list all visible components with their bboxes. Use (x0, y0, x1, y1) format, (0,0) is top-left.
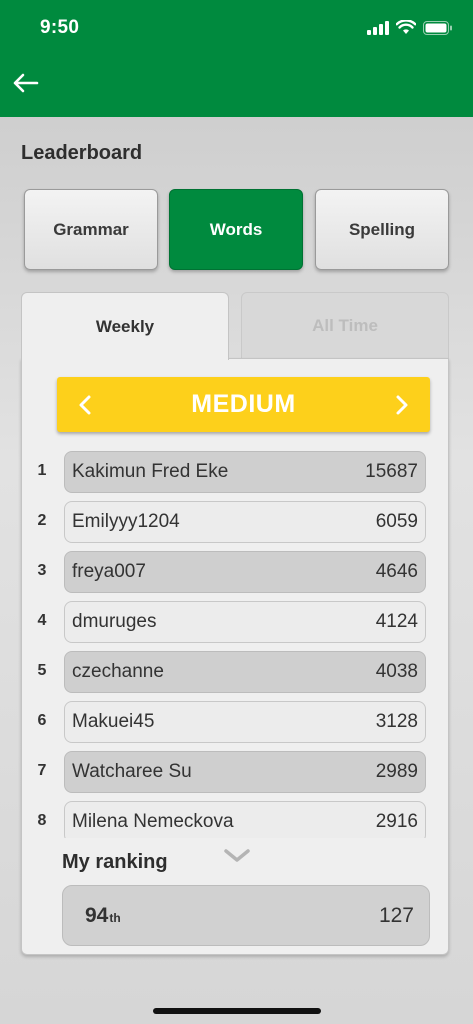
rank-number: 1 (37, 462, 47, 479)
status-icons (367, 20, 453, 35)
page-title: Leaderboard (21, 142, 143, 164)
player-name: Watcharee Su (72, 761, 192, 782)
battery-icon (423, 20, 452, 35)
previous-level-button[interactable] (75, 393, 95, 417)
rank-number: 6 (37, 712, 47, 729)
rank-number: 7 (37, 762, 47, 779)
chevron-left-icon (79, 395, 91, 414)
my-rank-number: 94 (85, 903, 109, 927)
leaderboard-row: 3 freya007 4646 (30, 549, 430, 593)
player-name: Emilyyy1204 (72, 511, 180, 532)
leaderboard-list[interactable]: 1 Kakimun Fred Eke 15687 2 Emilyyy1204 6… (30, 445, 440, 838)
player-score: 15687 (365, 461, 418, 482)
player-entry: czechanne 4038 (64, 651, 426, 693)
player-entry: Watcharee Su 2989 (64, 751, 426, 793)
tab-all-time[interactable]: All Time (241, 292, 449, 359)
player-score: 3128 (375, 711, 418, 732)
app-header: 9:50 (0, 0, 473, 117)
back-button[interactable] (10, 68, 42, 98)
leaderboard-row: 4 dmuruges 4124 (30, 599, 430, 643)
rank-number: 4 (37, 612, 47, 629)
player-name: Kakimun Fred Eke (72, 461, 229, 482)
player-score: 2916 (375, 811, 418, 832)
player-name: czechanne (72, 661, 164, 682)
player-entry: Kakimun Fred Eke 15687 (64, 451, 426, 493)
player-entry: dmuruges 4124 (64, 601, 426, 643)
player-name: freya007 (72, 561, 146, 582)
difficulty-selector: MEDIUM (57, 377, 430, 432)
player-score: 6059 (375, 511, 418, 532)
leaderboard-row: 5 czechanne 4038 (30, 649, 430, 693)
player-entry: freya007 4646 (64, 551, 426, 593)
player-entry: Milena Nemeckova 2916 (64, 801, 426, 838)
leaderboard-row: 8 Milena Nemeckova 2916 (30, 799, 430, 838)
arrow-left-icon (13, 73, 39, 93)
tab-weekly[interactable]: Weekly (21, 292, 229, 360)
status-time: 9:50 (40, 17, 80, 38)
category-grammar-button[interactable]: Grammar (24, 189, 158, 270)
rank-number: 5 (37, 662, 47, 679)
cellular-signal-icon (367, 20, 389, 35)
player-entry: Makuei45 3128 (64, 701, 426, 743)
chevron-right-icon (396, 395, 408, 414)
my-ranking-card: 94th 127 (62, 885, 430, 946)
category-spelling-button[interactable]: Spelling (315, 189, 449, 270)
leaderboard-row: 6 Makuei45 3128 (30, 699, 430, 743)
player-name: Milena Nemeckova (72, 811, 234, 832)
player-name: dmuruges (72, 611, 157, 632)
wifi-icon (396, 20, 416, 34)
rank-number: 2 (37, 512, 47, 529)
next-level-button[interactable] (392, 393, 412, 417)
rank-number: 8 (37, 812, 47, 829)
my-rank-suffix: th (109, 910, 121, 925)
player-score: 4038 (375, 661, 418, 682)
my-rank-position: 94th (85, 904, 121, 928)
my-ranking-label: My ranking (62, 851, 168, 873)
panel-divider (229, 358, 449, 359)
leaderboard-row: 2 Emilyyy1204 6059 (30, 499, 430, 543)
chevron-down-icon[interactable] (223, 848, 251, 864)
player-name: Makuei45 (72, 711, 155, 732)
player-score: 2989 (375, 761, 418, 782)
difficulty-label: MEDIUM (191, 390, 296, 418)
rank-number: 3 (37, 562, 47, 579)
player-score: 4124 (375, 611, 418, 632)
category-words-button[interactable]: Words (169, 189, 303, 270)
leaderboard-row: 1 Kakimun Fred Eke 15687 (30, 449, 430, 493)
leaderboard-row: 7 Watcharee Su 2989 (30, 749, 430, 793)
player-entry: Emilyyy1204 6059 (64, 501, 426, 543)
player-score: 4646 (375, 561, 418, 582)
my-rank-score: 127 (378, 903, 414, 927)
home-indicator[interactable] (153, 1008, 321, 1014)
